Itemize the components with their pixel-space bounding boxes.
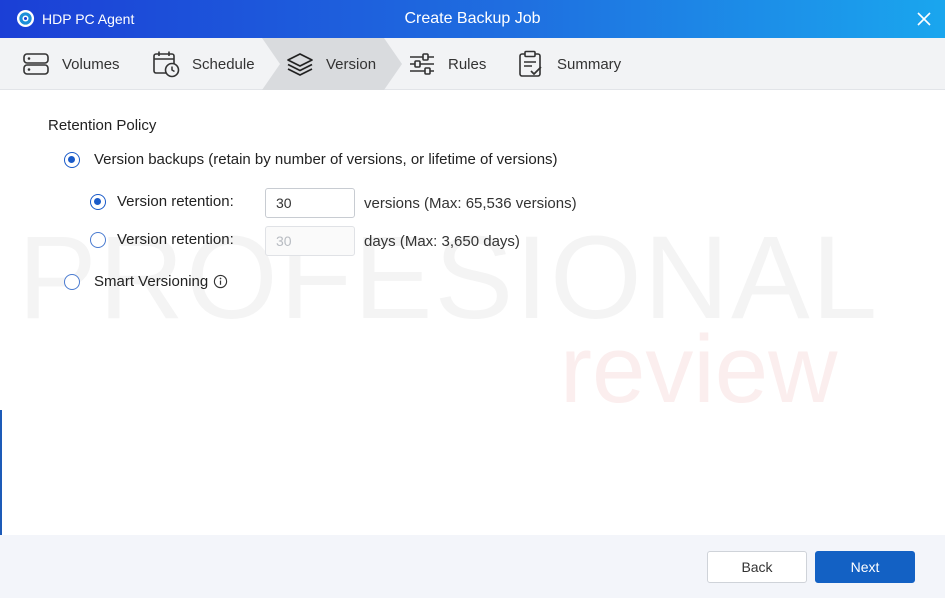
step-label: Version [326,55,377,73]
step-label: Volumes [62,55,120,73]
version-count-option[interactable]: Version retention: [90,193,234,210]
layers-icon [287,53,313,76]
step-label: Rules [448,55,487,73]
clipboard-check-icon [519,50,542,77]
next-button[interactable]: Next [815,551,915,583]
step-rules[interactable]: Rules [408,38,486,90]
days-unit-text: days (Max: 3,650 days) [364,233,520,250]
main-content: Retention Policy Version backups (retain… [0,90,945,535]
close-icon[interactable] [911,6,937,32]
version-backups-label: Version backups (retain by number of ver… [94,151,558,168]
version-count-radio[interactable] [90,193,106,210]
smart-versioning-radio[interactable] [64,273,80,290]
versions-unit-text: versions (Max: 65,536 versions) [364,195,577,212]
title-bar: HDP PC Agent Create Backup Job [0,0,945,38]
days-count-input[interactable] [265,226,355,256]
step-schedule[interactable]: Schedule [152,38,255,90]
info-icon[interactable] [213,274,228,289]
smart-versioning-label: Smart Versioning [94,273,209,290]
step-navigation: Volumes Schedule Version Rules Summary [0,38,945,90]
step-summary[interactable]: Summary [517,38,621,90]
version-retention-label: Version retention: [117,231,234,248]
server-icon [23,53,49,75]
step-label: Summary [557,55,622,73]
back-button[interactable]: Back [707,551,807,583]
version-retention-label: Version retention: [117,193,234,210]
step-label: Schedule [192,55,255,73]
window-title: Create Backup Job [404,10,541,27]
footer-bar: Back Next [0,535,945,598]
retention-policy-title: Retention Policy [48,117,157,134]
version-backups-radio[interactable] [64,151,80,168]
version-days-option[interactable]: Version retention: [90,231,234,248]
sliders-icon [410,53,434,75]
versions-count-input[interactable] [265,188,355,218]
step-version[interactable]: Version [286,38,376,90]
version-days-radio[interactable] [90,231,106,248]
step-volumes[interactable]: Volumes [22,38,120,90]
calendar-clock-icon [153,51,180,78]
version-backups-option[interactable]: Version backups (retain by number of ver… [64,151,558,168]
smart-versioning-option[interactable]: Smart Versioning [64,273,228,290]
